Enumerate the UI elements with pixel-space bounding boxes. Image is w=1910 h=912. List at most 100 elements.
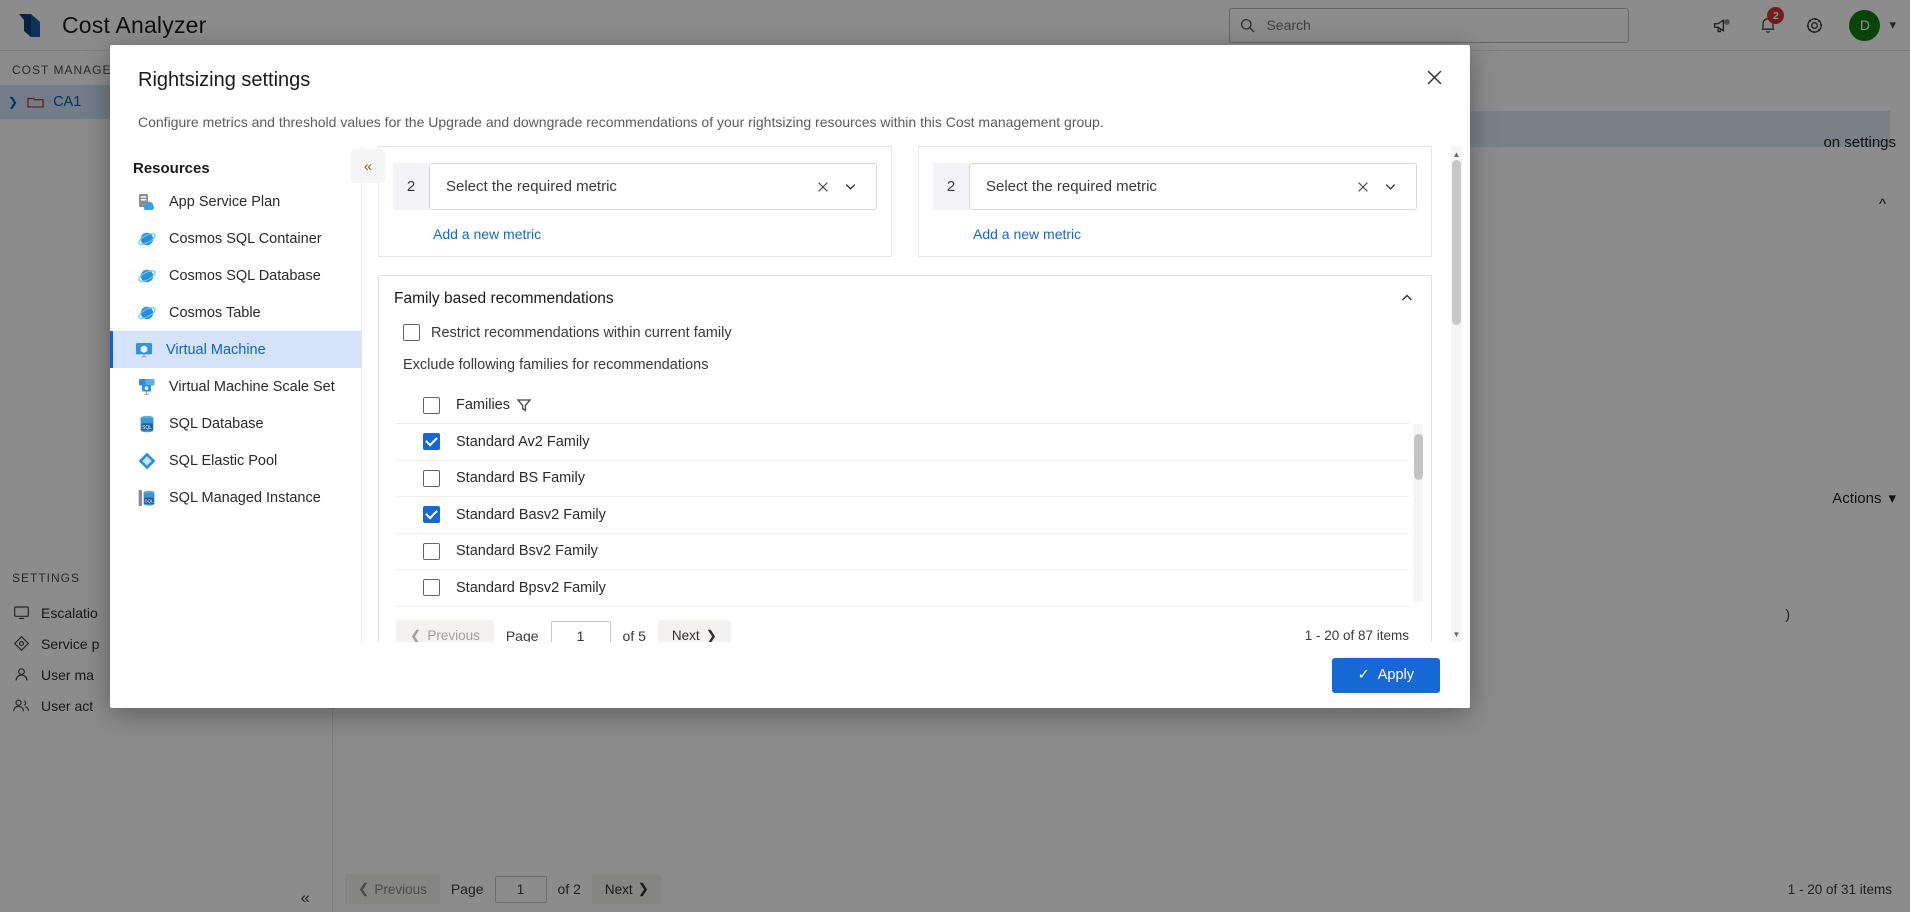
scroll-up-arrow-icon[interactable]: ▲ — [1452, 148, 1461, 160]
row-checkbox-cell — [396, 542, 456, 560]
chevron-left-icon: ❮ — [410, 627, 422, 643]
family-name: Standard Bpsv2 Family — [456, 579, 606, 596]
dialog-content: 2 Select the required metric Add a new m… — [362, 146, 1470, 642]
row-checkbox[interactable] — [423, 433, 440, 451]
families-page-input[interactable] — [550, 620, 611, 642]
cosmos-db-icon — [136, 228, 157, 249]
sidebar-item-label: SQL Database — [169, 415, 264, 432]
sidebar-item-label: SQL Elastic Pool — [169, 452, 278, 469]
table-row[interactable]: Standard Av2 Family — [396, 424, 1409, 461]
rightsizing-settings-dialog: Rightsizing settings Configure metrics a… — [110, 45, 1470, 708]
add-new-metric-link-1[interactable]: Add a new metric — [433, 226, 877, 242]
chevron-up-icon[interactable] — [1399, 290, 1415, 309]
cosmos-db-icon — [136, 265, 157, 286]
family-name: Standard BS Family — [456, 470, 585, 487]
scroll-down-arrow-icon[interactable]: ▼ — [1452, 628, 1461, 640]
close-icon[interactable] — [1350, 180, 1376, 194]
sidebar-item-label: Cosmos Table — [169, 304, 261, 321]
page-label: Page — [505, 627, 539, 643]
family-name: Standard Bsv2 Family — [456, 543, 598, 560]
restrict-recommendations-row: Restrict recommendations within current … — [379, 322, 1431, 341]
svg-text:SQL: SQL — [144, 498, 153, 503]
metric-card-2: 2 Select the required metric Add a new m… — [918, 146, 1432, 257]
sidebar-item-sql-database[interactable]: SQL SQL Database — [110, 405, 361, 442]
svg-text:SQL: SQL — [141, 424, 151, 430]
metric-selector-1: 2 Select the required metric — [393, 163, 877, 210]
metric-value: Select the required metric — [986, 178, 1157, 195]
table-row[interactable]: Standard BS Family — [396, 461, 1409, 497]
families-table-rows: Standard Av2 Family Standard BS Family S… — [396, 424, 1423, 607]
row-checkbox[interactable] — [423, 506, 440, 524]
table-row[interactable]: Standard Bsv2 Family — [396, 534, 1409, 570]
family-panel-title: Family based recommendations — [394, 290, 614, 307]
row-checkbox-cell — [396, 506, 456, 524]
sql-database-icon: SQL — [136, 413, 157, 434]
row-checkbox[interactable] — [423, 469, 440, 487]
close-icon[interactable] — [1418, 61, 1450, 93]
families-previous-button[interactable]: ❮ Previous — [396, 619, 494, 643]
sidebar-item-sql-managed-instance[interactable]: SQL SQL Managed Instance — [110, 479, 361, 516]
row-checkbox[interactable] — [423, 579, 440, 597]
families-table: Families Standard Av2 Family Standard BS… — [396, 387, 1423, 607]
column-header-families: Families — [456, 397, 510, 413]
sidebar-item-label: Cosmos SQL Container — [169, 230, 322, 247]
sidebar-item-label: Virtual Machine Scale Set — [169, 378, 335, 395]
sidebar-item-label: SQL Managed Instance — [169, 489, 321, 506]
resources-sidebar: Resources « App Service Plan Cosmos SQL … — [110, 146, 385, 642]
families-table-header: Families — [396, 387, 1409, 424]
apply-button[interactable]: ✓ Apply — [1331, 657, 1440, 693]
close-icon[interactable] — [810, 180, 836, 194]
select-all-checkbox[interactable] — [423, 396, 440, 414]
sidebar-item-label: Cosmos SQL Database — [169, 267, 321, 284]
metric-card-1: 2 Select the required metric Add a new m… — [378, 146, 892, 257]
sidebar-item-cosmos-table[interactable]: Cosmos Table — [110, 294, 361, 331]
resources-title: Resources — [133, 160, 210, 177]
row-checkbox[interactable] — [423, 542, 440, 560]
exclude-families-label: Exclude following families for recommend… — [403, 357, 709, 373]
row-checkbox-cell — [396, 433, 456, 451]
table-row[interactable]: Standard Bpsv2 Family — [396, 570, 1409, 607]
dialog-header: Rightsizing settings Configure metrics a… — [110, 45, 1470, 130]
table-row[interactable]: Standard Basv2 Family — [396, 497, 1409, 534]
chevron-down-icon[interactable] — [836, 179, 864, 194]
metric-value: Select the required metric — [446, 178, 617, 195]
dialog-subtitle: Configure metrics and threshold values f… — [138, 114, 1104, 130]
families-table-scrollbar[interactable] — [1414, 424, 1423, 602]
sidebar-item-virtual-machine[interactable]: Virtual Machine — [110, 331, 361, 368]
sidebar-item-sql-elastic-pool[interactable]: SQL Elastic Pool — [110, 442, 361, 479]
select-all-cell — [396, 396, 456, 414]
add-new-metric-link-2[interactable]: Add a new metric — [973, 226, 1417, 242]
sidebar-item-cosmos-sql-database[interactable]: Cosmos SQL Database — [110, 257, 361, 294]
previous-label: Previous — [427, 628, 480, 642]
restrict-recommendations-checkbox[interactable] — [403, 324, 420, 341]
metric-dropdown-2[interactable]: Select the required metric — [969, 163, 1417, 210]
filter-icon[interactable] — [510, 397, 538, 413]
metrics-row: 2 Select the required metric Add a new m… — [378, 146, 1470, 257]
chevron-down-icon[interactable] — [1376, 179, 1404, 194]
double-chevron-left-icon[interactable]: « — [351, 149, 385, 183]
virtual-machine-icon — [133, 339, 154, 360]
metric-dropdown-1[interactable]: Select the required metric — [429, 163, 877, 210]
app-service-plan-icon — [136, 191, 157, 212]
sql-elastic-pool-icon — [136, 450, 157, 471]
metric-selector-2: 2 Select the required metric — [933, 163, 1417, 210]
app-root: Cost Analyzer Search 2 D ▾ COST MANAGE ❯… — [0, 0, 1910, 912]
content-scrollbar[interactable]: ▲ ▼ — [1451, 146, 1462, 642]
restrict-recommendations-label: Restrict recommendations within current … — [431, 324, 732, 341]
sidebar-item-virtual-machine-scale-set[interactable]: Virtual Machine Scale Set — [110, 368, 361, 405]
metric-number: 2 — [393, 163, 429, 210]
family-based-recommendations-panel: Family based recommendations Restrict re… — [378, 275, 1432, 642]
row-checkbox-cell — [396, 579, 456, 597]
sidebar-item-label: App Service Plan — [169, 193, 281, 210]
content-scroll-thumb[interactable] — [1452, 160, 1461, 325]
of-label: of 5 — [622, 627, 646, 643]
families-table-scroll-thumb[interactable] — [1414, 434, 1423, 480]
families-items-count: 1 - 20 of 87 items — [1304, 628, 1409, 642]
sidebar-item-app-service-plan[interactable]: App Service Plan — [110, 183, 361, 220]
next-label: Next — [671, 628, 700, 642]
vm-scale-set-icon — [136, 376, 157, 397]
families-pager: ❮ Previous Page of 5 Next ❯ 1 - 20 of 87… — [379, 607, 1431, 643]
sidebar-item-cosmos-sql-container[interactable]: Cosmos SQL Container — [110, 220, 361, 257]
families-next-button[interactable]: Next ❯ — [657, 619, 731, 642]
dialog-body: Resources « App Service Plan Cosmos SQL … — [110, 146, 1470, 642]
